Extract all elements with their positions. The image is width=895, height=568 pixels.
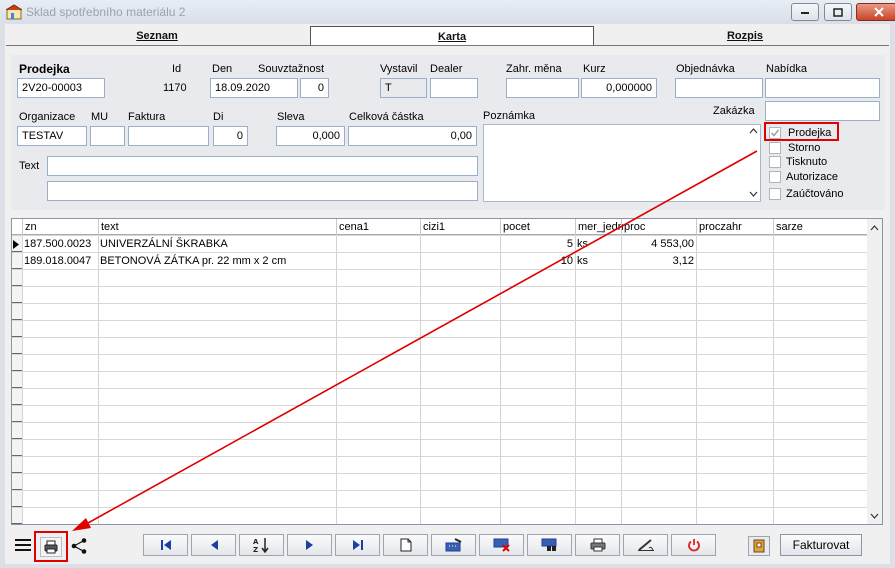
annotation-arrow: [72, 150, 758, 531]
